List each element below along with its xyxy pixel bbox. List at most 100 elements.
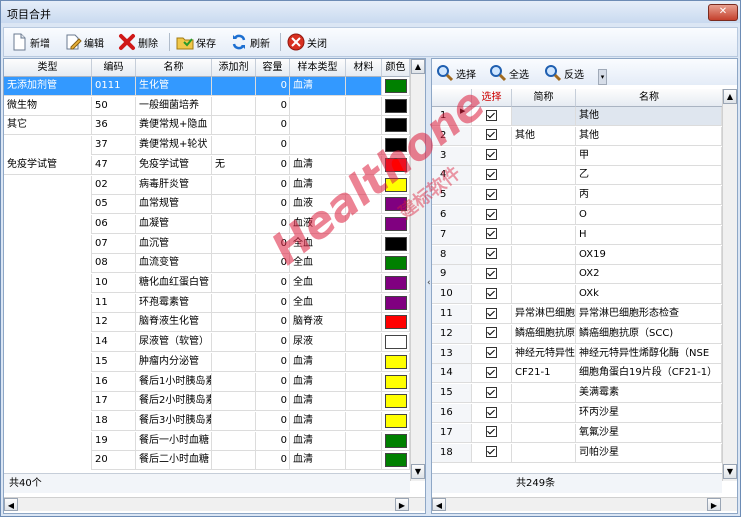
- close-window-button[interactable]: ✕: [708, 4, 738, 21]
- table-row[interactable]: 02 病毒肝炎管 0 血清: [4, 175, 410, 195]
- checkbox[interactable]: [486, 228, 497, 240]
- cell-item-name[interactable]: OXk: [576, 285, 722, 305]
- cell-type[interactable]: [4, 293, 92, 313]
- cell-cap[interactable]: 0: [256, 451, 290, 471]
- table-row[interactable]: 08 血流变管 0 全血: [4, 254, 410, 274]
- cell-sample[interactable]: 血清: [290, 411, 346, 431]
- cell-type[interactable]: 免疫学试管: [4, 155, 92, 175]
- col-header-sample-type[interactable]: 样本类型: [290, 59, 346, 77]
- cell-color[interactable]: [382, 136, 410, 156]
- list-item[interactable]: 16 环丙沙星: [432, 404, 722, 423]
- cell-material[interactable]: [346, 254, 382, 274]
- table-row[interactable]: 微生物 50 一般细菌培养 0: [4, 96, 410, 116]
- select-checkbox-cell[interactable]: [472, 344, 512, 364]
- cell-cap[interactable]: 0: [256, 293, 290, 313]
- cell-name[interactable]: 糖化血红蛋白管: [136, 274, 212, 293]
- select-checkbox-cell[interactable]: [472, 305, 512, 324]
- cell-color[interactable]: [382, 372, 410, 392]
- cell-short-name[interactable]: [512, 384, 576, 404]
- list-item[interactable]: 13 神经元特异性烯醇化酶神经元特异性烯醇化酶（NSE: [432, 344, 722, 364]
- cell-short-name[interactable]: [512, 206, 576, 225]
- checkbox[interactable]: [486, 426, 497, 438]
- checkbox[interactable]: [486, 287, 497, 299]
- cell-name[interactable]: 粪便常规+隐血: [136, 116, 212, 136]
- checkbox[interactable]: [486, 307, 497, 319]
- list-item[interactable]: 15 美满霉素: [432, 384, 722, 404]
- list-item[interactable]: 18 司帕沙星: [432, 443, 722, 463]
- select-all-button[interactable]: 全选: [489, 62, 529, 84]
- list-item[interactable]: 12 鳞癌细胞抗原 鳞癌细胞抗原（SCC): [432, 324, 722, 344]
- left-vertical-scrollbar[interactable]: ▲ ▼: [410, 59, 425, 481]
- cell-short-name[interactable]: [512, 404, 576, 423]
- select-checkbox-cell[interactable]: [472, 186, 512, 206]
- cell-cap[interactable]: 0: [256, 155, 290, 175]
- cell-cap[interactable]: 0: [256, 234, 290, 254]
- left-horizontal-scrollbar[interactable]: ◀ ▶: [4, 497, 425, 511]
- cell-item-name[interactable]: 乙: [576, 166, 722, 186]
- cell-color[interactable]: [382, 313, 410, 333]
- col-header-select[interactable]: 选择: [472, 89, 512, 107]
- cell-sample[interactable]: 血清: [290, 352, 346, 372]
- save-button[interactable]: 保存: [176, 31, 216, 53]
- checkbox[interactable]: [486, 208, 497, 220]
- edit-button[interactable]: 编辑: [64, 31, 104, 53]
- cell-cap[interactable]: 0: [256, 333, 290, 353]
- cell-type[interactable]: [4, 274, 92, 293]
- table-row[interactable]: 16 餐后1小时胰岛素 0 血清: [4, 372, 410, 392]
- cell-sample[interactable]: 全血: [290, 254, 346, 274]
- select-checkbox-cell[interactable]: [472, 443, 512, 463]
- cell-type[interactable]: [4, 411, 92, 431]
- cell-item-name[interactable]: 异常淋巴细胞形态检查: [576, 305, 722, 324]
- list-item[interactable]: 6O: [432, 206, 722, 225]
- cell-additive[interactable]: [212, 431, 256, 451]
- cell-type[interactable]: 其它: [4, 116, 92, 136]
- cell-short-name[interactable]: [512, 186, 576, 206]
- cell-material[interactable]: [346, 274, 382, 293]
- cell-sample[interactable]: 尿液: [290, 333, 346, 353]
- cell-item-name[interactable]: 鳞癌细胞抗原（SCC): [576, 324, 722, 344]
- cell-name[interactable]: 病毒肝炎管: [136, 175, 212, 195]
- list-item[interactable]: 9 OX2: [432, 265, 722, 285]
- list-item[interactable]: 5丙: [432, 186, 722, 206]
- close-button[interactable]: 关闭: [287, 31, 327, 53]
- toolbar-overflow-chevron-icon[interactable]: ▾: [598, 69, 607, 85]
- cell-code[interactable]: 47: [92, 155, 136, 175]
- cell-type[interactable]: 微生物: [4, 96, 92, 116]
- cell-item-name[interactable]: OX19: [576, 245, 722, 265]
- cell-color[interactable]: [382, 234, 410, 254]
- cell-color[interactable]: [382, 274, 410, 293]
- select-checkbox-cell[interactable]: [472, 404, 512, 423]
- cell-type[interactable]: [4, 451, 92, 471]
- cell-cap[interactable]: 0: [256, 116, 290, 136]
- cell-material[interactable]: [346, 451, 382, 471]
- cell-item-name[interactable]: 美满霉素: [576, 384, 722, 404]
- table-row[interactable]: 37 粪便常规+轮状 0: [4, 136, 410, 156]
- cell-material[interactable]: [346, 214, 382, 234]
- cell-material[interactable]: [346, 352, 382, 372]
- select-checkbox-cell[interactable]: [472, 166, 512, 186]
- cell-type[interactable]: [4, 254, 92, 274]
- delete-button[interactable]: 删除: [118, 31, 158, 53]
- cell-type[interactable]: [4, 234, 92, 254]
- cell-name[interactable]: 餐后2小时胰岛素: [136, 392, 212, 412]
- cell-additive[interactable]: [212, 411, 256, 431]
- checkbox[interactable]: [486, 366, 497, 378]
- list-item[interactable]: 3甲: [432, 146, 722, 166]
- col-header-material[interactable]: 材料: [346, 59, 382, 77]
- cell-material[interactable]: [346, 372, 382, 392]
- table-row[interactable]: 05 血常规管 0 血液: [4, 195, 410, 215]
- cell-short-name[interactable]: 其他: [512, 126, 576, 146]
- scroll-right-arrow-icon[interactable]: ▶: [395, 498, 409, 511]
- select-checkbox-cell[interactable]: [472, 285, 512, 305]
- table-row[interactable]: 15 肿瘤内分泌管 0 血清: [4, 352, 410, 372]
- cell-material[interactable]: [346, 293, 382, 313]
- cell-material[interactable]: [346, 155, 382, 175]
- cell-material[interactable]: [346, 96, 382, 116]
- cell-item-name[interactable]: O: [576, 206, 722, 225]
- cell-additive[interactable]: [212, 372, 256, 392]
- cell-type[interactable]: [4, 195, 92, 215]
- invert-selection-button[interactable]: 反选: [544, 62, 584, 84]
- cell-color[interactable]: [382, 293, 410, 313]
- cell-material[interactable]: [346, 411, 382, 431]
- cell-material[interactable]: [346, 313, 382, 333]
